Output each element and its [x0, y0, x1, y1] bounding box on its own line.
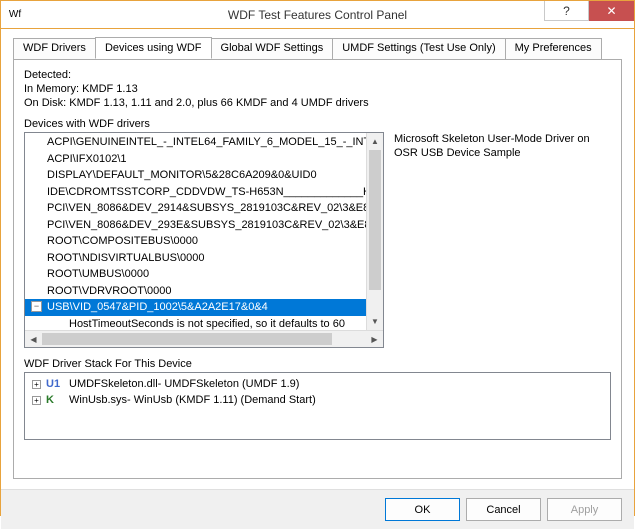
tree-row[interactable]: ROOT\COMPOSITEBUS\0000 [25, 233, 366, 250]
horizontal-scrollbar[interactable]: ◀ ▶ [25, 330, 383, 347]
scroll-down-icon[interactable]: ▼ [367, 313, 383, 330]
title-bar: Wf WDF Test Features Control Panel ? ✕ [1, 1, 634, 29]
tab-body: Detected: In Memory: KMDF 1.13 On Disk: … [13, 59, 622, 479]
tree-row[interactable]: HostTimeoutSeconds is not specified, so … [25, 316, 366, 331]
ok-button[interactable]: OK [385, 498, 460, 521]
stack-row[interactable]: + U1 UMDFSkeleton.dll- UMDFSkeleton (UMDF … [28, 376, 607, 392]
tree-row-text: DISPLAY\DEFAULT_MONITOR\5&28C6A209&0&UID… [47, 169, 317, 181]
tree-row-text: USB\VID_0547&PID_1002\5&A2A2E17&0&4 [47, 301, 268, 313]
tree-row-text: IDE\CDROMTSSTCORP_CDDVDW_TS-H653N_______… [47, 186, 366, 198]
window-title: WDF Test Features Control Panel [1, 8, 634, 22]
expand-icon[interactable]: + [32, 380, 41, 389]
collapse-icon[interactable]: − [31, 301, 42, 312]
tab-strip: WDF DriversDevices using WDFGlobal WDF S… [13, 37, 622, 59]
app-icon: Wf [7, 7, 23, 23]
stack-row-text: WinUsb.sys- WinUsb (KMDF 1.11) (Demand S… [69, 392, 316, 408]
tree-row-text: ACPI\IFX0102\1 [47, 153, 127, 165]
detected-memory: In Memory: KMDF 1.13 [24, 82, 611, 96]
tree-row[interactable]: DISPLAY\DEFAULT_MONITOR\5&28C6A209&0&UID… [25, 167, 366, 184]
scroll-up-icon[interactable]: ▲ [367, 133, 383, 150]
tree-row-text: HostTimeoutSeconds is not specified, so … [69, 318, 345, 330]
vertical-scrollbar[interactable]: ▲ ▼ [366, 133, 383, 330]
stack-label: WDF Driver Stack For This Device [24, 358, 611, 370]
tree-row-text: PCI\VEN_8086&DEV_293E&SUBSYS_2819103C&RE… [47, 219, 366, 231]
expand-icon[interactable]: + [32, 396, 41, 405]
tree-row[interactable]: PCI\VEN_8086&DEV_2914&SUBSYS_2819103C&RE… [25, 200, 366, 217]
tab-wdf-drivers[interactable]: WDF Drivers [13, 38, 96, 60]
tree-row-text: PCI\VEN_8086&DEV_2914&SUBSYS_2819103C&RE… [47, 202, 366, 214]
scroll-left-icon[interactable]: ◀ [25, 331, 42, 347]
tree-row[interactable]: ROOT\NDISVIRTUALBUS\0000 [25, 250, 366, 267]
devices-label: Devices with WDF drivers [24, 118, 611, 130]
tree-row[interactable]: ROOT\VDRVROOT\0000 [25, 283, 366, 300]
scroll-right-icon[interactable]: ▶ [366, 331, 383, 347]
tree-row-text: ROOT\VDRVROOT\0000 [47, 285, 172, 297]
tree-row[interactable]: IDE\CDROMTSSTCORP_CDDVDW_TS-H653N_______… [25, 184, 366, 201]
tree-row-text: ACPI\GENUINEINTEL_-_INTEL64_FAMILY_6_MOD… [47, 136, 366, 148]
tree-row-text: ROOT\COMPOSITEBUS\0000 [47, 235, 198, 247]
detected-disk: On Disk: KMDF 1.13, 1.11 and 2.0, plus 6… [24, 96, 611, 110]
tree-row[interactable]: ACPI\GENUINEINTEL_-_INTEL64_FAMILY_6_MOD… [25, 134, 366, 151]
tab-global-wdf-settings[interactable]: Global WDF Settings [211, 38, 334, 60]
driver-stack-list[interactable]: + U1 UMDFSkeleton.dll- UMDFSkeleton (UMDF … [24, 372, 611, 440]
driver-badge: K [46, 392, 64, 408]
tab-umdf-settings-test-use-only-[interactable]: UMDF Settings (Test Use Only) [332, 38, 505, 60]
scroll-thumb-v[interactable] [369, 150, 381, 290]
help-button[interactable]: ? [544, 1, 589, 21]
device-description: Microsoft Skeleton User-Mode Driver on O… [394, 132, 611, 348]
driver-badge: U1 [46, 376, 64, 392]
apply-button[interactable]: Apply [547, 498, 622, 521]
tree-row[interactable]: PCI\VEN_8086&DEV_293E&SUBSYS_2819103C&RE… [25, 217, 366, 234]
content-area: WDF DriversDevices using WDFGlobal WDF S… [1, 29, 634, 489]
stack-row[interactable]: + K WinUsb.sys- WinUsb (KMDF 1.11) (Demand… [28, 392, 607, 408]
tree-row[interactable]: −USB\VID_0547&PID_1002\5&A2A2E17&0&4 [25, 299, 366, 316]
device-tree[interactable]: ACPI\GENUINEINTEL_-_INTEL64_FAMILY_6_MOD… [24, 132, 384, 348]
close-button[interactable]: ✕ [589, 1, 634, 21]
tree-row[interactable]: ROOT\UMBUS\0000 [25, 266, 366, 283]
detected-heading: Detected: [24, 68, 611, 82]
tree-row[interactable]: ACPI\IFX0102\1 [25, 151, 366, 168]
tab-devices-using-wdf[interactable]: Devices using WDF [95, 37, 212, 59]
tree-row-text: ROOT\NDISVIRTUALBUS\0000 [47, 252, 205, 264]
window-buttons: ? ✕ [544, 1, 634, 21]
tab-my-preferences[interactable]: My Preferences [505, 38, 602, 60]
tree-row-text: ROOT\UMBUS\0000 [47, 268, 149, 280]
scroll-thumb-h[interactable] [42, 333, 332, 345]
button-bar: OK Cancel Apply [1, 489, 634, 529]
cancel-button[interactable]: Cancel [466, 498, 541, 521]
stack-row-text: UMDFSkeleton.dll- UMDFSkeleton (UMDF 1.9… [69, 376, 299, 392]
